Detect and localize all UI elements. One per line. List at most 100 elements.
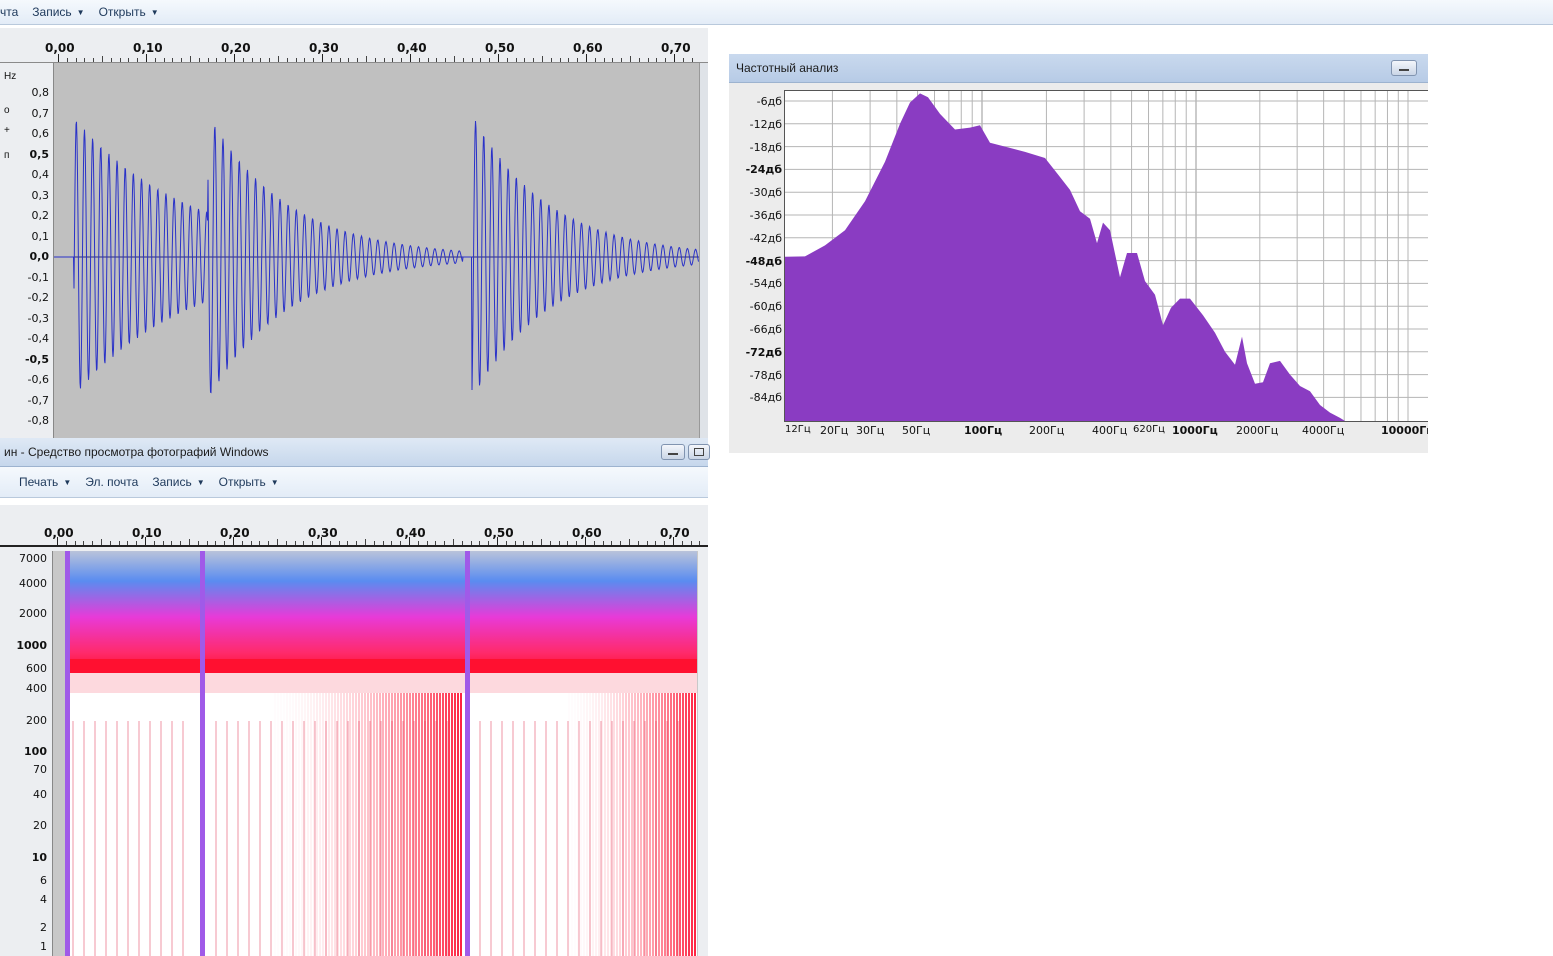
- ruler-major-tick: [586, 54, 587, 62]
- toolbar-menu-2[interactable]: Открыть ▼: [99, 5, 159, 19]
- maximize-button[interactable]: [688, 444, 710, 460]
- plus-label[interactable]: +: [4, 125, 10, 136]
- spectrogram-vscrollbar[interactable]: [699, 551, 708, 956]
- ruler-minor-tick: [224, 541, 226, 545]
- minimize-button[interactable]: [1391, 60, 1417, 76]
- onset-line: [465, 551, 470, 956]
- o-label[interactable]: o: [4, 105, 10, 116]
- ruler-minor-tick: [559, 58, 561, 62]
- ruler-minor-tick: [427, 58, 429, 62]
- ruler-minor-tick: [454, 56, 455, 62]
- ruler-minor-tick: [128, 58, 130, 62]
- decay-stripe: [421, 693, 423, 956]
- viewer-menu-3[interactable]: Открыть ▼: [219, 475, 279, 489]
- viewer-menu-0[interactable]: Печать ▼: [19, 475, 71, 489]
- viewer-menu-2[interactable]: Запись ▼: [152, 475, 204, 489]
- decay-stripe: [673, 693, 675, 956]
- frequency-tick-label: 7000: [19, 552, 47, 565]
- ruler-minor-tick: [295, 58, 297, 62]
- ruler-minor-tick: [682, 58, 684, 62]
- db-tick-label: -66дб: [749, 323, 782, 336]
- decay-stripe: [670, 693, 672, 956]
- spectrogram-svg: [53, 551, 698, 956]
- decay-stripe: [334, 693, 336, 956]
- spectrogram-time-ruler[interactable]: 0,00 0,10 0,20 0,30 0,40 0,50 0,60 0,70: [0, 517, 708, 547]
- decay-stripe: [451, 693, 453, 956]
- ruler-minor-tick: [250, 541, 252, 545]
- decay-stripe: [646, 693, 648, 956]
- viewer-menu-1[interactable]: Эл. почта: [85, 475, 138, 489]
- waveform-time-ruler[interactable]: 0,00 0,10 0,20 0,30 0,40 0,50 0,60 0,70: [0, 36, 708, 63]
- hz-label[interactable]: Hz: [4, 71, 16, 82]
- ruler-minor-tick: [118, 541, 120, 545]
- ruler-tick-label: 0,10: [133, 41, 163, 55]
- decay-stripe: [439, 693, 441, 956]
- spectrogram-panel: 0,00 0,10 0,20 0,30 0,40 0,50 0,60 0,70 7000 40 0…: [0, 505, 708, 956]
- decay-stripe: [373, 693, 375, 956]
- ruler-minor-tick: [533, 58, 535, 62]
- ruler-minor-tick: [215, 541, 217, 545]
- decay-stripe: [571, 693, 573, 956]
- ruler-tick-label: 0,20: [221, 41, 251, 55]
- decay-stripe: [322, 693, 324, 956]
- waveform-vscrollbar[interactable]: [699, 63, 708, 438]
- decay-stripe: [454, 693, 456, 956]
- ruler-minor-tick: [620, 541, 622, 545]
- amplitude-tick-label: 0,5: [29, 147, 50, 161]
- decay-stripe: [394, 693, 396, 956]
- decay-stripe: [592, 693, 594, 956]
- ruler-minor-tick: [119, 58, 121, 62]
- ruler-minor-tick: [612, 58, 614, 62]
- frequency-window-title: Частотный анализ: [736, 61, 839, 75]
- harmonic-band: [202, 673, 467, 693]
- ruler-major-tick: [497, 537, 498, 545]
- harmonic-band: [67, 673, 202, 693]
- ruler-minor-tick: [392, 58, 394, 62]
- pi-label[interactable]: п: [4, 150, 9, 161]
- decay-stripe: [637, 693, 639, 956]
- ruler-minor-tick: [594, 58, 596, 62]
- ruler-minor-tick: [172, 58, 174, 62]
- frequency-tick-label: 400Гц: [1092, 424, 1128, 437]
- frequency-window-titlebar[interactable]: Частотный анализ: [729, 54, 1428, 83]
- frequency-tick-label: 6: [40, 874, 47, 887]
- chevron-down-icon: ▼: [196, 477, 205, 487]
- chevron-down-icon: ▼: [270, 477, 279, 487]
- frequency-tick-label: 600: [26, 662, 47, 675]
- decay-stripe: [430, 693, 432, 956]
- toolbar-menu-1[interactable]: Запись ▼: [32, 5, 84, 19]
- chevron-down-icon: ▼: [76, 7, 85, 17]
- photo-viewer-titlebar[interactable]: ин - Средство просмотра фотографий Windo…: [0, 438, 710, 467]
- frequency-tick-label: 40: [33, 788, 47, 801]
- decay-stripe: [418, 693, 420, 956]
- frequency-tick-label: 200: [26, 714, 47, 727]
- frequency-tick-label: 2000Гц: [1236, 424, 1279, 437]
- toolbar-menu-0[interactable]: чта: [0, 5, 18, 19]
- decay-stripe: [274, 693, 276, 956]
- ruler-minor-tick: [189, 539, 190, 545]
- ruler-minor-tick: [523, 541, 525, 545]
- fundamental-band: [202, 659, 467, 673]
- minimize-button[interactable]: [661, 444, 685, 460]
- ruler-minor-tick: [225, 58, 227, 62]
- frequency-axis: 12Гц 20Гц 30Гц 50Гц 100Гц 200Гц 400Гц 620Гц 1000…: [784, 422, 1428, 442]
- spectrogram-canvas[interactable]: [53, 551, 698, 956]
- decay-stripe: [289, 693, 291, 956]
- decay-stripe: [364, 693, 366, 956]
- ruler-tick-label: 0,20: [220, 526, 250, 540]
- minimize-icon: [1399, 69, 1409, 71]
- db-tick-label: -54дб: [749, 277, 782, 291]
- amplitude-tick-label: -0,8: [27, 414, 49, 427]
- ruler-tick-label: 0,40: [397, 41, 427, 55]
- ruler-minor-tick: [514, 541, 516, 545]
- amplitude-tick-label: -0,3: [27, 311, 49, 325]
- ruler-minor-tick: [647, 58, 649, 62]
- ruler-minor-tick: [488, 541, 490, 545]
- decay-stripe: [388, 693, 390, 956]
- ruler-minor-tick: [461, 541, 463, 545]
- ruler-minor-tick: [638, 58, 640, 62]
- amplitude-tick-label: -0,6: [27, 373, 49, 386]
- ruler-major-tick: [321, 537, 322, 545]
- waveform-canvas[interactable]: [54, 63, 699, 438]
- decay-stripe: [397, 693, 399, 956]
